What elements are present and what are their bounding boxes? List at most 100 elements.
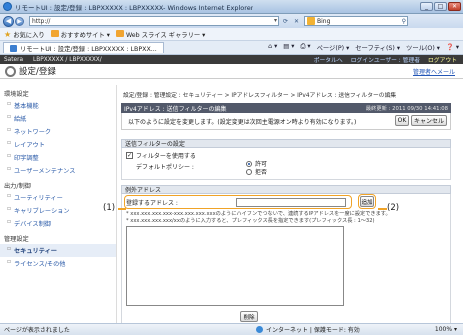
page-header: 設定/登録 管理者へメール (0, 64, 463, 79)
web-slice-label: Web スライス ギャラリー ▾ (125, 31, 206, 39)
mail-admin-link[interactable]: 管理者へメール (413, 67, 455, 76)
panel-header: IPv4アドレス : 送信フィルターの編集 最終更新 : 2011 09/30 … (121, 103, 451, 113)
web-slice-gallery-link[interactable]: Web スライス ギャラリー ▾ (115, 29, 206, 39)
feeds-icon[interactable]: ▤ ▾ (283, 43, 294, 52)
sidebar-item-security[interactable]: セキュリティー (0, 244, 116, 257)
stop-icon[interactable]: ✕ (292, 17, 301, 26)
page-title: 設定/登録 (19, 67, 56, 77)
use-filter-checkbox[interactable]: ✓ (126, 151, 133, 159)
sidebar-item-calibration[interactable]: キャリブレーション (0, 204, 116, 217)
settings-gear-icon (5, 65, 16, 77)
search-provider-text: Bing (317, 17, 331, 25)
portal-link[interactable]: ポータルへ (314, 55, 343, 64)
suggested-sites-label: おすすめサイト ▾ (60, 31, 110, 39)
help-menu[interactable]: ❓ ▾ (446, 43, 459, 52)
sidebar-item-license[interactable]: ライセンス/その他 (0, 257, 116, 270)
sidebar-item-network[interactable]: ネットワーク (0, 125, 116, 138)
device-name: LBPXXXXX / LBPXXXXX/ (33, 56, 102, 63)
default-policy-radios: 許可 拒否 (246, 160, 268, 176)
address-bar: ◀ ▶ http:// ▾ ⟳ ✕ Bing ⚲ (0, 14, 463, 28)
notice-box: 以下のように設定を変更します。(設定変更は次回主電源オン時より有効になります。)… (121, 113, 451, 130)
minimize-button[interactable]: _ (420, 2, 433, 11)
search-icon[interactable]: ⚲ (402, 18, 406, 25)
sidebar: 環境設定 基本機能 給紙 ネットワーク レイアウト 印字調整 ユーザーメンテナン… (0, 85, 117, 323)
callout-1-line (118, 208, 126, 210)
sidebar-item-layout[interactable]: レイアウト (0, 138, 116, 151)
favorites-button[interactable]: ★ お気に入り (4, 30, 45, 39)
exception-section-title: 例外アドレス (121, 185, 451, 194)
zoom-level[interactable]: 100% ▾ (435, 326, 457, 333)
favorites-label: お気に入り (13, 31, 45, 39)
callout-1: (1) (103, 203, 116, 213)
cancel-button[interactable]: キャンセル (411, 115, 447, 126)
exception-address-section: 登録するアドレス : 追加 * xxx.xxx.xxx.xxx-xxx.xxx.… (121, 194, 451, 323)
brand-bar-links: ポータルへ ログインユーザー : 管理者 ログアウト (314, 55, 463, 64)
exception-address-list[interactable] (126, 226, 344, 306)
web-slice-icon (115, 29, 124, 37)
suggested-sites-icon (50, 29, 59, 37)
sidebar-item-device-control[interactable]: デバイス制御 (0, 217, 116, 230)
page-menu[interactable]: ページ(P) ▾ (317, 43, 350, 52)
status-text: ページが表示されました (4, 327, 70, 334)
note-prefix: * xxx.xxx.xxx.xxx/xxのように入力すると、プレフィックス長を指… (126, 217, 375, 224)
address-input-note: * xxx.xxx.xxx.xxx-xxx.xxx.xxx.xxxのようにハイフ… (126, 211, 448, 224)
breadcrumb: 設定/登録 : 管理設定 : セキュリティー > IPアドレスフィルター > I… (123, 93, 397, 99)
tab-label: リモートUI : 設定/登録 : LBPXXXXX : LBPXX... (20, 45, 157, 53)
login-user-text: ログインユーザー : 管理者 (350, 58, 420, 64)
main-content: 設定/登録 : 管理設定 : セキュリティー > IPアドレスフィルター > I… (121, 85, 461, 323)
sidebar-item-basic[interactable]: 基本機能 (0, 99, 116, 112)
window-title: リモートUI : 設定/登録 : LBPXXXXX : LBPXXXXX- Wi… (15, 3, 254, 12)
home-icon[interactable]: ⌂ ▾ (268, 43, 277, 52)
default-policy-row: デフォルトポリシー : 許可 拒否 (136, 160, 446, 177)
add-button[interactable]: 追加 (360, 196, 374, 207)
sidebar-group-output: 出力/制御 (4, 183, 31, 190)
ie-icon (3, 2, 12, 11)
print-icon[interactable]: ⎙ ▾ (300, 43, 310, 52)
window-controls: _ □ ✕ (420, 2, 461, 11)
tab-remote-ui[interactable]: リモートUI : 設定/登録 : LBPXXXXX : LBPXX... (3, 42, 164, 53)
security-zone: インターネット | 保護モード: 有効 (256, 325, 360, 334)
default-policy-label: デフォルトポリシー : (136, 164, 194, 171)
policy-allow-row: 許可 (246, 160, 267, 168)
policy-deny-row: 拒否 (246, 168, 268, 176)
register-address-input[interactable] (235, 197, 346, 207)
ok-button[interactable]: OK (395, 115, 409, 126)
url-input[interactable]: http:// ▾ (29, 16, 279, 26)
suggested-sites-link[interactable]: おすすめサイト ▾ (50, 29, 110, 39)
delete-button[interactable]: 削除 (240, 311, 258, 322)
policy-deny-label: 拒否 (255, 169, 268, 176)
page-icon (10, 44, 17, 52)
url-text: http:// (32, 17, 51, 25)
callout-2: (2) (387, 203, 400, 213)
favorites-bar: ★ お気に入り おすすめサイト ▾ Web スライス ギャラリー ▾ (0, 28, 463, 41)
register-address-label: 登録するアドレス : (126, 199, 178, 207)
panel-title: IPv4アドレス : 送信フィルターの編集 (124, 105, 227, 113)
sidebar-item-utility[interactable]: ユーティリティー (0, 191, 116, 204)
back-arrow-icon[interactable]: ◀ (3, 15, 14, 27)
maximize-button[interactable]: □ (434, 2, 447, 11)
refresh-icon[interactable]: ⟳ (281, 17, 290, 26)
policy-deny-radio[interactable] (246, 168, 252, 175)
safety-menu[interactable]: セーフティ(S) ▾ (355, 43, 400, 52)
brand-bar: Satera LBPXXXXX / LBPXXXXX/ ポータルへ ログインユー… (0, 55, 463, 64)
forward-arrow-icon[interactable]: ▶ (15, 16, 24, 26)
sidebar-item-paper-feed[interactable]: 給紙 (0, 112, 116, 125)
brand-name: Satera (4, 56, 24, 63)
sidebar-group-environment: 環境設定 (4, 91, 29, 98)
close-button[interactable]: ✕ (448, 2, 461, 11)
status-bar: ページが表示されました インターネット | 保護モード: 有効 100% ▾ (0, 323, 463, 335)
notice-text: 以下のように設定を変更します。(設定変更は次回主電源オン時より有効になります。) (128, 118, 357, 126)
use-filter-row: ✓ フィルターを使用する (126, 150, 446, 160)
sidebar-item-user-maintenance[interactable]: ユーザーメンテナンス (0, 164, 116, 177)
star-icon: ★ (4, 29, 12, 39)
sidebar-group-management: 管理設定 (4, 236, 29, 243)
callout-2-line (378, 208, 387, 210)
logout-link[interactable]: ログアウト (428, 55, 457, 64)
zone-text: インターネット | 保護モード: 有効 (266, 327, 360, 334)
bing-icon (307, 17, 315, 25)
search-input[interactable]: Bing ⚲ (304, 16, 408, 26)
policy-allow-radio[interactable] (246, 160, 252, 167)
sidebar-item-print-adjust[interactable]: 印字調整 (0, 151, 116, 164)
url-dropdown-icon[interactable]: ▾ (274, 17, 277, 24)
tools-menu[interactable]: ツール(O) ▾ (406, 43, 440, 52)
